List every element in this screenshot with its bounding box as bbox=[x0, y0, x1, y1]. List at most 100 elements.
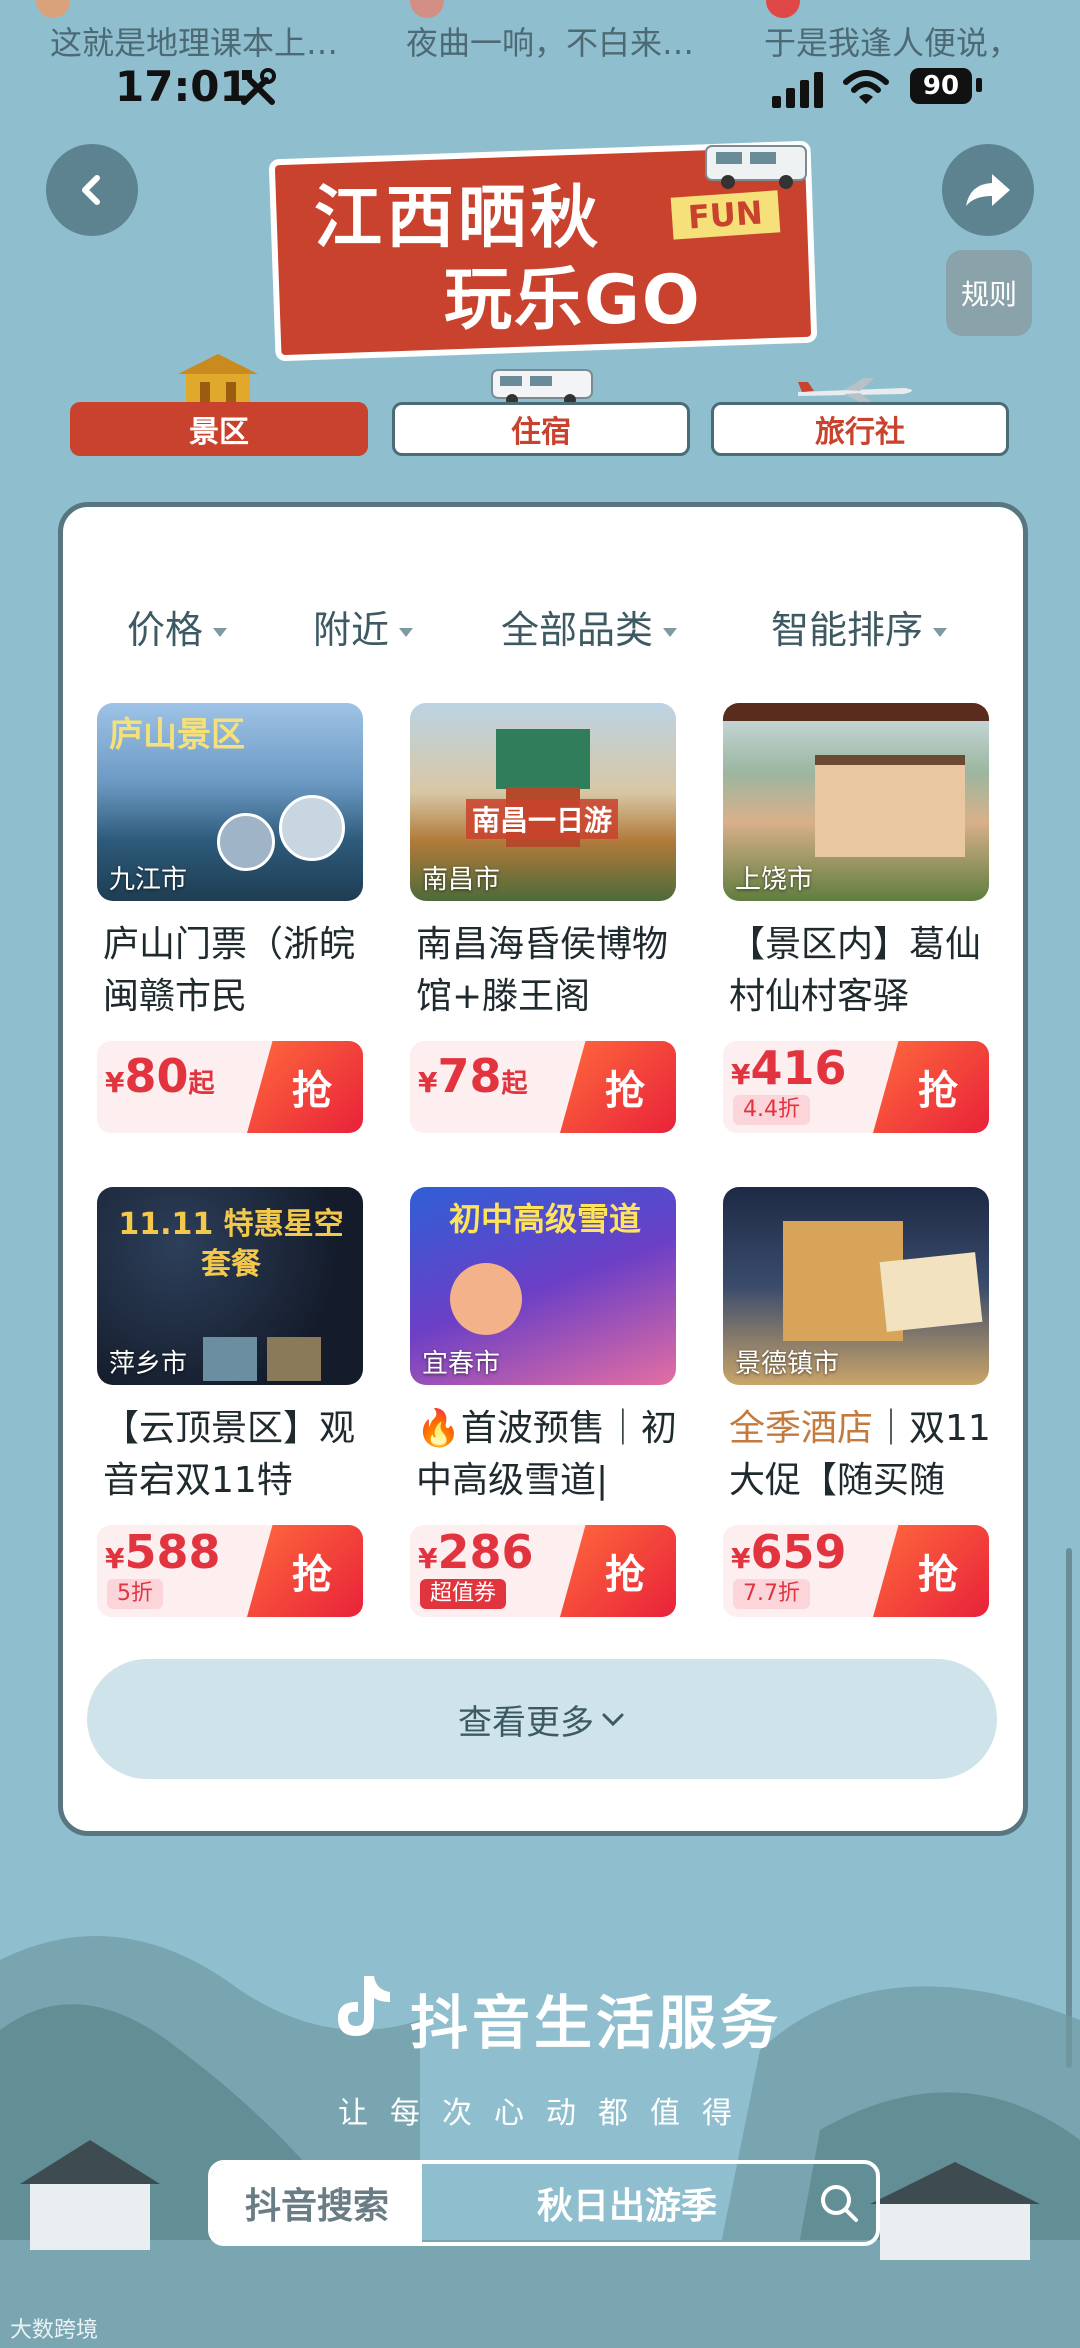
tools-icon bbox=[241, 68, 276, 105]
watermark: 大数跨境 bbox=[10, 2318, 99, 2343]
price-suffix: 起 bbox=[501, 1069, 528, 1099]
product-title: 🔥首波预售｜初中高级雪道| bbox=[416, 1408, 677, 1501]
price: ¥78起 bbox=[418, 1049, 528, 1103]
photo-thumb bbox=[267, 1337, 321, 1381]
promo-card bbox=[879, 1252, 983, 1332]
currency: ¥ bbox=[105, 1066, 125, 1099]
price: ¥80起 bbox=[105, 1049, 215, 1103]
price-value: 588 bbox=[124, 1525, 221, 1579]
city-label: 萍乡市 bbox=[109, 1349, 188, 1379]
footer: 抖音生活服务 让每次心动都值得 抖音搜索 秋日出游季 大数跨境 bbox=[0, 1880, 1080, 2348]
currency: ¥ bbox=[418, 1066, 438, 1099]
battery-level: 90 bbox=[910, 68, 972, 104]
caret-down-icon bbox=[213, 628, 228, 637]
grab-button[interactable]: 抢 bbox=[873, 1041, 989, 1133]
price-box: ¥588 5折 抢 bbox=[97, 1525, 363, 1617]
filter-price[interactable]: 价格 bbox=[127, 599, 228, 654]
filter-label: 智能排序 bbox=[771, 608, 924, 652]
product-card[interactable]: 景德镇市 全季酒店｜双11大促【随买随 ¥659 7.7折 抢 bbox=[723, 1187, 991, 1617]
product-card[interactable]: 上饶市 【景区内】葛仙村仙村客驿 ¥416 4.4折 抢 bbox=[723, 703, 989, 1133]
city-label: 宜春市 bbox=[422, 1349, 501, 1379]
price-box: ¥659 7.7折 抢 bbox=[723, 1525, 989, 1617]
signal-icon bbox=[772, 72, 823, 108]
rv-van-icon bbox=[705, 145, 807, 189]
price-box: ¥286 超值券 抢 bbox=[410, 1525, 676, 1617]
price-box: ¥78起 抢 bbox=[410, 1041, 676, 1133]
product-title: 【云顶景区】观音宕双11特 bbox=[103, 1408, 356, 1501]
image-caption: 南昌一日游 bbox=[466, 799, 619, 839]
grab-button[interactable]: 抢 bbox=[247, 1041, 363, 1133]
chevron-left-icon bbox=[82, 175, 100, 205]
caret-down-icon bbox=[933, 628, 948, 637]
currency: ¥ bbox=[418, 1542, 438, 1575]
image-header-strip bbox=[723, 703, 989, 721]
photo-thumb bbox=[203, 1337, 257, 1381]
rv-van-icon bbox=[491, 369, 593, 406]
product-title: 南昌海昏侯博物馆+滕王阁 bbox=[416, 924, 669, 1017]
filter-nearby[interactable]: 附近 bbox=[313, 599, 414, 654]
wifi-icon bbox=[843, 70, 889, 104]
price: ¥286 bbox=[418, 1525, 534, 1579]
filter-sort[interactable]: 智能排序 bbox=[771, 599, 948, 654]
tab-scenic[interactable]: 景区 bbox=[70, 402, 368, 456]
video-title[interactable]: 夜曲一响，不白来… bbox=[406, 18, 694, 64]
city-label: 南昌市 bbox=[422, 865, 501, 895]
status-bar: 17:01 90 bbox=[0, 60, 1080, 120]
avatar bbox=[36, 0, 70, 18]
price-box: ¥416 4.4折 抢 bbox=[723, 1041, 989, 1133]
filter-label: 价格 bbox=[127, 608, 204, 652]
share-button[interactable] bbox=[942, 144, 1034, 236]
filter-category[interactable]: 全部品类 bbox=[501, 599, 678, 654]
filter-bar: 价格 附近 全部品类 智能排序 bbox=[63, 599, 1023, 659]
back-button[interactable] bbox=[46, 144, 138, 236]
tab-lodging[interactable]: 住宿 bbox=[392, 402, 690, 456]
grab-button[interactable]: 抢 bbox=[560, 1525, 676, 1617]
currency: ¥ bbox=[731, 1058, 751, 1091]
price: ¥416 bbox=[731, 1041, 847, 1095]
avatar bbox=[410, 0, 444, 18]
image-caption: 11.11 特惠星空套餐 bbox=[118, 1207, 344, 1282]
tab-travel-agency[interactable]: 旅行社 bbox=[711, 402, 1009, 456]
pavilion-icon bbox=[178, 354, 258, 406]
status-time: 17:01 bbox=[115, 62, 249, 111]
rules-button[interactable]: 规则 bbox=[946, 250, 1032, 336]
douyin-logo-icon bbox=[338, 1976, 390, 2036]
pavilion-roof bbox=[496, 729, 590, 789]
chevron-down-icon bbox=[602, 1713, 624, 1727]
photo-thumb bbox=[217, 813, 275, 871]
price-value: 416 bbox=[750, 1041, 847, 1095]
price-value: 286 bbox=[437, 1525, 534, 1579]
view-more-button[interactable]: 查看更多 bbox=[87, 1659, 997, 1779]
avatar bbox=[766, 0, 800, 18]
filter-label: 附近 bbox=[313, 608, 390, 652]
video-title[interactable]: 这就是地理课本上… bbox=[50, 18, 338, 64]
search-icon[interactable] bbox=[818, 2182, 860, 2224]
product-card[interactable]: 11.11 特惠星空套餐 萍乡市 【云顶景区】观音宕双11特 ¥588 5折 抢 bbox=[97, 1187, 363, 1617]
image-caption: 初中高级雪道 bbox=[448, 1200, 641, 1238]
product-card[interactable]: 初中高级雪道 宜春市 🔥首波预售｜初中高级雪道| ¥286 超值券 抢 bbox=[410, 1187, 677, 1617]
brand-label: 全季酒店 bbox=[729, 1408, 874, 1449]
banner-title-line2: 玩乐GO bbox=[444, 261, 702, 340]
skier-figure bbox=[450, 1263, 522, 1335]
city-label: 上饶市 bbox=[735, 865, 814, 895]
video-title[interactable]: 于是我逢人便说， bbox=[764, 18, 1020, 64]
product-title: 【景区内】葛仙村仙村客驿 bbox=[729, 924, 982, 1017]
search-bar[interactable]: 抖音搜索 秋日出游季 bbox=[208, 2160, 880, 2246]
price: ¥659 bbox=[731, 1525, 847, 1579]
product-card[interactable]: 庐山景区 九江市 庐山门票（浙皖闽赣市民 ¥80起 抢 bbox=[97, 703, 363, 1133]
product-card[interactable]: 南昌一日游 南昌市 南昌海昏侯博物馆+滕王阁 ¥78起 抢 bbox=[410, 703, 676, 1133]
voucher-badge: 超值券 bbox=[420, 1579, 507, 1609]
discount-badge: 4.4折 bbox=[733, 1095, 810, 1125]
grab-button[interactable]: 抢 bbox=[560, 1041, 676, 1133]
price: ¥588 bbox=[105, 1525, 221, 1579]
price-box: ¥80起 抢 bbox=[97, 1041, 363, 1133]
product-title: 庐山门票（浙皖闽赣市民 bbox=[103, 924, 356, 1017]
banner-tag: FUN bbox=[670, 190, 780, 240]
caret-down-icon bbox=[399, 628, 414, 637]
view-more-label: 查看更多 bbox=[458, 1702, 594, 1743]
product-panel: 价格 附近 全部品类 智能排序 庐山景区 九江市 庐山门票（浙皖闽赣市民 ¥80… bbox=[58, 502, 1028, 1836]
grab-button[interactable]: 抢 bbox=[247, 1525, 363, 1617]
grab-button[interactable]: 抢 bbox=[873, 1525, 989, 1617]
battery-cap bbox=[976, 78, 982, 92]
caret-down-icon bbox=[663, 628, 678, 637]
